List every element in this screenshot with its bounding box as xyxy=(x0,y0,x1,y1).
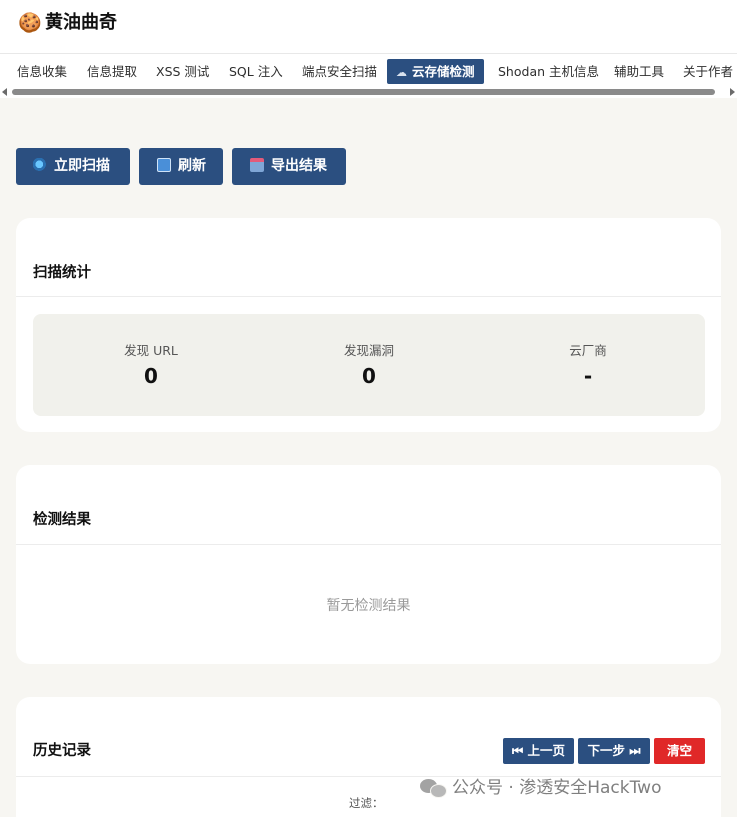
magnifier-icon xyxy=(33,158,47,172)
tab-sql-injection[interactable]: SQL 注入 xyxy=(220,59,292,84)
button-label: 立即扫描 xyxy=(54,158,110,174)
filter-label: 过滤： xyxy=(349,796,384,810)
scroll-left-icon[interactable] xyxy=(2,88,7,96)
tab-aux-tools[interactable]: 辅助工具 xyxy=(605,59,673,84)
stat-value: - xyxy=(583,364,593,388)
button-label: 导出结果 xyxy=(271,158,327,174)
tab-scrollbar[interactable] xyxy=(0,87,737,98)
outbox-icon xyxy=(250,158,264,172)
tab-label: 信息收集 xyxy=(17,64,68,79)
tab-label: Shodan 主机信息 xyxy=(498,64,599,79)
results-card: 检测结果 暂无检测结果 xyxy=(16,465,721,664)
tab-info-gathering[interactable]: 信息收集 xyxy=(8,59,76,84)
stats-box: 发现 URL 0 发现漏洞 0 云厂商 - xyxy=(33,314,705,416)
stats-card: 扫描统计 发现 URL 0 发现漏洞 0 云厂商 - xyxy=(16,218,721,432)
results-title: 检测结果 xyxy=(33,512,91,528)
button-label: 刷新 xyxy=(178,158,206,174)
stat-label: 云厂商 xyxy=(569,343,607,358)
divider xyxy=(16,544,721,545)
tab-label: 云存储检测 xyxy=(412,64,475,79)
scan-now-button[interactable]: 立即扫描 xyxy=(16,148,130,185)
app-title: 黄油曲奇 xyxy=(45,12,117,33)
divider xyxy=(16,296,721,297)
tab-xss-test[interactable]: XSS 测试 xyxy=(147,59,218,84)
refresh-icon xyxy=(157,158,171,172)
tab-label: 关于作者 xyxy=(683,64,734,79)
tab-label: SQL 注入 xyxy=(229,64,283,79)
cookie-icon: 🍪 xyxy=(18,12,42,34)
refresh-button[interactable]: 刷新 xyxy=(139,148,223,185)
tab-bar: 信息收集 信息提取 XSS 测试 SQL 注入 端点安全扫描 ☁ 云存储检测 Sh… xyxy=(0,54,737,90)
scroll-right-icon[interactable] xyxy=(730,88,735,96)
watermark-text: 公众号 · 渗透安全HackTwo xyxy=(452,778,662,798)
tab-label: 信息提取 xyxy=(87,64,138,79)
scroll-thumb[interactable] xyxy=(12,89,715,95)
tab-endpoint-scan[interactable]: 端点安全扫描 xyxy=(293,59,386,84)
history-title: 历史记录 xyxy=(33,743,91,759)
tab-info-extraction[interactable]: 信息提取 xyxy=(78,59,146,84)
stat-label: 发现 URL xyxy=(124,343,178,358)
empty-results-text: 暂无检测结果 xyxy=(326,598,411,614)
tab-label: 辅助工具 xyxy=(614,64,665,79)
tab-cloud-storage[interactable]: ☁ 云存储检测 xyxy=(387,59,484,84)
prev-page-button[interactable]: ⏮ 上一页 xyxy=(503,738,574,764)
next-step-button[interactable]: 下一步 ⏭ xyxy=(578,738,650,764)
wechat-icon xyxy=(420,777,447,798)
stat-label: 发现漏洞 xyxy=(343,343,394,358)
clear-button[interactable]: 清空 xyxy=(654,738,705,764)
export-results-button[interactable]: 导出结果 xyxy=(232,148,346,185)
stat-value: 0 xyxy=(362,364,376,388)
stat-value: 0 xyxy=(144,364,158,388)
tab-label: 端点安全扫描 xyxy=(302,64,378,79)
tab-about-author[interactable]: 关于作者 xyxy=(674,59,737,84)
tab-shodan-host[interactable]: Shodan 主机信息 xyxy=(489,59,608,84)
app-header: 🍪 黄油曲奇 xyxy=(0,0,737,54)
tab-label: XSS 测试 xyxy=(156,64,210,79)
cloud-icon: ☁ xyxy=(396,66,407,79)
stats-title: 扫描统计 xyxy=(33,265,91,281)
watermark: 公众号 · 渗透安全HackTwo xyxy=(420,776,661,800)
